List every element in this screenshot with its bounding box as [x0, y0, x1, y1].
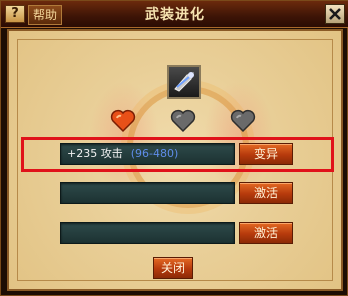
- activate-button[interactable]: 激活: [239, 222, 293, 244]
- close-icon[interactable]: [325, 4, 345, 24]
- mutate-button[interactable]: 变异: [239, 143, 293, 165]
- heart-icon-filled: [110, 109, 136, 133]
- weapon-item-icon[interactable]: [167, 65, 201, 99]
- heart-icon-empty: [230, 109, 256, 133]
- attribute-bonus: +235 攻击: [67, 147, 123, 160]
- attribute-range: (96-480): [130, 147, 179, 160]
- weapon-evolution-dialog: ? 帮助 武装进化 +235 攻击 (96-480) 变异 激活 激活 关闭: [0, 0, 348, 296]
- window-title: 武装进化: [145, 7, 205, 23]
- attribute-field: +235 攻击 (96-480): [60, 143, 235, 165]
- close-button[interactable]: 关闭: [153, 257, 193, 279]
- attribute-field: [60, 182, 235, 204]
- activate-button[interactable]: 激活: [239, 182, 293, 204]
- attribute-field: [60, 222, 235, 244]
- title-bar: ? 帮助 武装进化: [1, 1, 348, 28]
- heart-icon-empty: [170, 109, 196, 133]
